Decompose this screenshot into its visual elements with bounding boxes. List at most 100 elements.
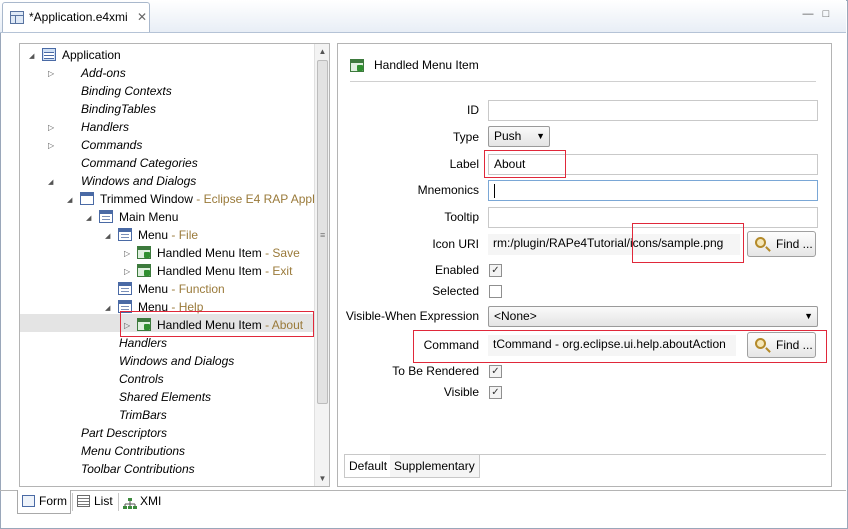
visible-label: Visible	[443, 385, 479, 399]
tree-item-handlers-shared[interactable]: Handlers	[20, 334, 310, 352]
mnemonics-field[interactable]	[488, 180, 818, 201]
tree-item-windows-and-dialogs-sub[interactable]: Windows and Dialogs	[20, 352, 310, 370]
tree-item-addons[interactable]: Add-ons	[20, 64, 310, 82]
handled-menu-item-icon	[350, 59, 364, 72]
tree-item-label: Handled Menu Item - Exit	[157, 264, 293, 278]
dropdown-arrow-icon: ▼	[536, 131, 545, 141]
expand-twisty-icon[interactable]	[29, 51, 38, 60]
tab-form-label: Form	[39, 494, 67, 508]
tab-xmi[interactable]: XMI	[119, 490, 167, 514]
type-label: Type	[452, 130, 479, 144]
tree-scrollbar[interactable]: ▲ ≡ ▼	[314, 44, 329, 486]
collapse-twisty-icon[interactable]	[48, 123, 57, 132]
tree-item-handled-menu-item-save[interactable]: Handled Menu Item - Save	[20, 244, 310, 262]
collapse-twisty-icon[interactable]	[124, 267, 133, 276]
icon-uri-label: Icon URI	[432, 237, 479, 251]
dropdown-arrow-icon: ▼	[804, 311, 813, 321]
grip-icon: ≡	[320, 230, 326, 240]
tree-item-binding-contexts[interactable]: Binding Contexts	[20, 82, 310, 100]
icon-find-button[interactable]: Find ...	[747, 231, 816, 257]
tree-item-label: Add-ons	[81, 66, 126, 80]
enabled-checkbox[interactable]: ✓	[489, 264, 502, 277]
collapse-twisty-icon[interactable]	[48, 69, 57, 78]
visible-when-select[interactable]: <None> ▼	[488, 306, 818, 327]
tree-item-menu-file[interactable]: Menu - File	[20, 226, 310, 244]
tab-default[interactable]: Default	[344, 455, 393, 478]
tree-item-trimbars[interactable]: TrimBars	[20, 406, 310, 424]
tab-form[interactable]: Form	[17, 490, 71, 514]
handled-menu-item-icon	[137, 264, 151, 277]
tree-item-handlers[interactable]: Handlers	[20, 118, 310, 136]
tooltip-label: Tooltip	[444, 210, 479, 224]
expand-twisty-icon[interactable]	[86, 213, 95, 222]
to-be-rendered-checkbox[interactable]: ✓	[489, 365, 502, 378]
tree-item-handled-menu-item-exit[interactable]: Handled Menu Item - Exit	[20, 262, 310, 280]
tree-item-menu-function[interactable]: Menu - Function	[20, 280, 310, 298]
expand-twisty-icon[interactable]	[67, 195, 76, 204]
detail-title: Handled Menu Item	[374, 58, 479, 72]
tree-item-label: Part Descriptors	[81, 426, 168, 440]
visible-when-value: <None>	[494, 309, 537, 323]
close-icon[interactable]: ✕	[137, 10, 147, 24]
tree-item-label: Menu - File	[138, 228, 199, 242]
selected-checkbox[interactable]	[489, 285, 502, 298]
editor-tab-title: *Application.e4xmi	[29, 10, 128, 24]
tab-list-label: List	[94, 494, 113, 508]
e4xmi-file-icon	[10, 11, 24, 24]
tree-item-menu-contributions[interactable]: Menu Contributions	[20, 442, 310, 460]
tree-item-application[interactable]: Application	[20, 46, 310, 64]
type-select[interactable]: Push ▼	[488, 126, 550, 147]
detail-panel: Handled Menu Item ID Type Push ▼ Label A…	[337, 43, 832, 487]
id-label: ID	[467, 103, 479, 117]
form-icon	[22, 495, 35, 507]
tree-item-label: Command Categories	[81, 156, 198, 170]
tree-item-label: Toolbar Contributions	[81, 462, 195, 476]
scroll-up-icon[interactable]: ▲	[315, 44, 329, 59]
tree-item-label: Handlers	[119, 336, 168, 350]
expand-twisty-icon[interactable]	[105, 231, 114, 240]
command-label: Command	[423, 338, 479, 352]
scroll-down-icon[interactable]: ▼	[315, 471, 329, 486]
tree-item-toolbar-contributions[interactable]: Toolbar Contributions	[20, 460, 310, 478]
tree-item-label: Handlers	[81, 120, 130, 134]
tree-item-label: Menu Contributions	[81, 444, 186, 458]
tree-item-label: Trimmed Window - Eclipse E4 RAP Appli	[100, 192, 318, 206]
application-icon	[42, 48, 56, 61]
tab-supplementary[interactable]: Supplementary	[390, 455, 480, 478]
tab-list[interactable]: List	[73, 490, 117, 514]
tree-item-label: Windows and Dialogs	[81, 174, 197, 188]
expand-twisty-icon[interactable]	[105, 303, 114, 312]
maximize-icon[interactable]: □	[820, 8, 832, 20]
collapse-twisty-icon[interactable]	[48, 141, 57, 150]
tree-item-windows-and-dialogs[interactable]: Windows and Dialogs	[20, 172, 310, 190]
list-icon	[77, 495, 90, 507]
menu-icon	[118, 282, 132, 295]
tree-item-part-descriptors[interactable]: Part Descriptors	[20, 424, 310, 442]
editor-tab[interactable]: *Application.e4xmi ✕	[2, 2, 150, 32]
expand-twisty-icon[interactable]	[48, 177, 57, 186]
tree-item-trimmed-window[interactable]: Trimmed Window - Eclipse E4 RAP Appli	[20, 190, 318, 208]
visible-checkbox[interactable]: ✓	[489, 386, 502, 399]
visible-when-label: Visible-When Expression	[345, 309, 479, 323]
command-field[interactable]: tCommand - org.eclipse.ui.help.aboutActi…	[488, 335, 736, 356]
tree-item-command-categories[interactable]: Command Categories	[20, 154, 310, 172]
tree-item-shared-elements[interactable]: Shared Elements	[20, 388, 310, 406]
tab-xmi-label: XMI	[140, 494, 162, 508]
tree-item-label: Application	[62, 48, 121, 62]
tree-item-label: BindingTables	[81, 102, 156, 116]
tree-item-label: Handled Menu Item - Save	[157, 246, 300, 260]
selected-label: Selected	[432, 284, 479, 298]
tree-item-main-menu[interactable]: Main Menu	[20, 208, 310, 226]
minimize-icon[interactable]: —	[802, 8, 814, 20]
tree-item-controls[interactable]: Controls	[20, 370, 310, 388]
collapse-twisty-icon[interactable]	[124, 249, 133, 258]
tree-item-commands[interactable]: Commands	[20, 136, 310, 154]
id-field[interactable]	[488, 100, 818, 121]
command-find-button[interactable]: Find ...	[747, 332, 816, 358]
type-select-value: Push	[494, 129, 522, 143]
tree-item-binding-tables[interactable]: BindingTables	[20, 100, 310, 118]
tree-item-label: TrimBars	[119, 408, 167, 422]
magnifier-icon	[755, 237, 766, 248]
editor-tab-bar: *Application.e4xmi ✕ — □	[0, 0, 846, 33]
scrollbar-thumb[interactable]: ≡	[317, 60, 328, 404]
